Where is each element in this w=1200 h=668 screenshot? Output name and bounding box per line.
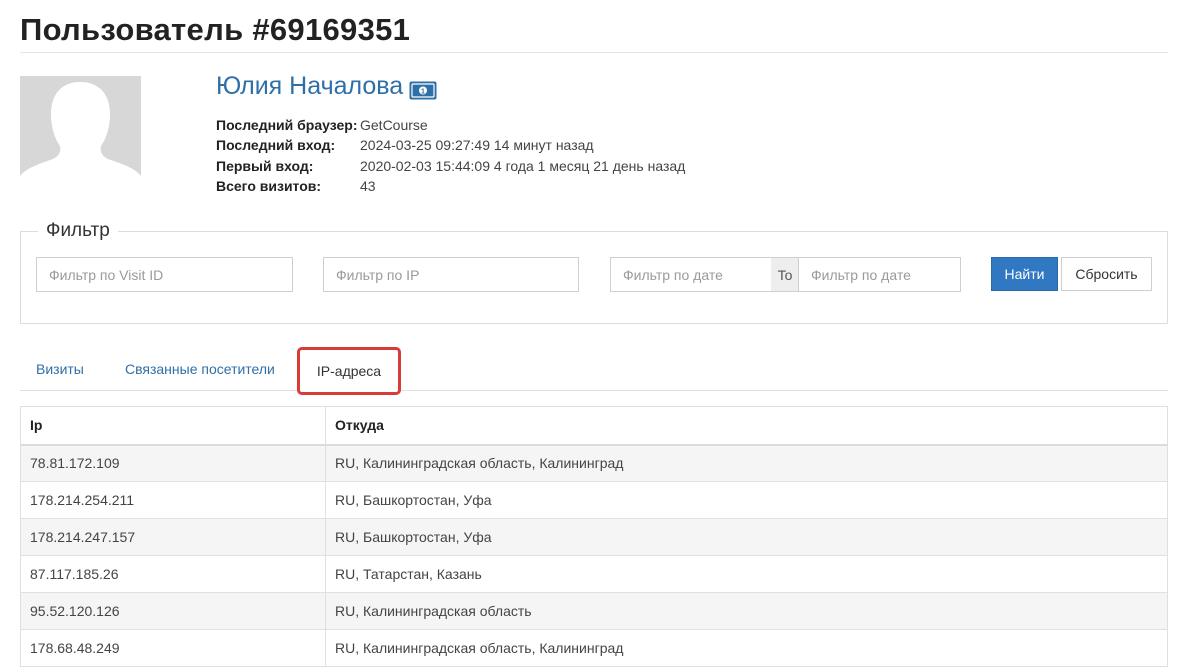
tabs-divider bbox=[20, 390, 1168, 391]
info-row-first-login: Первый вход: 2020-02-03 15:44:09 4 года … bbox=[216, 156, 685, 176]
ip-cell: 78.81.172.109 bbox=[20, 444, 326, 482]
info-row-visits: Всего визитов: 43 bbox=[216, 176, 685, 196]
info-label: Последний вход: bbox=[216, 137, 336, 154]
ip-table: Ip Откуда 78.81.172.109 RU, Калининградс… bbox=[20, 406, 1168, 667]
user-info: Последний браузер: GetCourse Последний в… bbox=[216, 115, 685, 196]
info-label: Всего визитов: bbox=[216, 178, 322, 195]
origin-cell: RU, Калининградская область bbox=[325, 592, 1168, 630]
column-header-ip[interactable]: Ip bbox=[20, 406, 326, 446]
user-name-text[interactable]: Юлия Началова bbox=[216, 72, 403, 101]
table-row: 95.52.120.126 RU, Калининградская област… bbox=[20, 592, 1168, 630]
info-value: GetCourse bbox=[360, 117, 428, 134]
money-icon: 1 bbox=[409, 78, 437, 100]
origin-cell: RU, Калининградская область, Калининград bbox=[325, 444, 1168, 482]
column-header-origin[interactable]: Откуда bbox=[325, 406, 1168, 446]
avatar-silhouette-icon bbox=[20, 76, 141, 194]
info-row-last-login: Последний вход: 2024-03-25 09:27:49 14 м… bbox=[216, 135, 685, 155]
origin-cell: RU, Башкортостан, Уфа bbox=[325, 518, 1168, 556]
tab-ip-addresses[interactable]: IP-адреса bbox=[297, 347, 401, 395]
origin-cell: RU, Башкортостан, Уфа bbox=[325, 481, 1168, 519]
ip-cell: 87.117.185.26 bbox=[20, 555, 326, 593]
table-header-row: Ip Откуда bbox=[20, 406, 1168, 446]
table-row: 78.81.172.109 RU, Калининградская област… bbox=[20, 444, 1168, 482]
info-value: 2024-03-25 09:27:49 14 минут назад bbox=[360, 137, 594, 154]
filter-legend: Фильтр bbox=[38, 220, 118, 242]
ip-filter-input[interactable] bbox=[323, 257, 579, 292]
tab-related-visitors[interactable]: Связанные посетители bbox=[125, 361, 275, 377]
ip-cell: 95.52.120.126 bbox=[20, 592, 326, 630]
user-name[interactable]: Юлия Началова 1 bbox=[216, 72, 437, 101]
table-row: 87.117.185.26 RU, Татарстан, Казань bbox=[20, 555, 1168, 593]
info-value: 2020-02-03 15:44:09 4 года 1 месяц 21 де… bbox=[360, 157, 686, 174]
visit-id-filter-input[interactable] bbox=[36, 257, 293, 292]
svg-text:1: 1 bbox=[421, 88, 425, 95]
table-row: 178.214.254.211 RU, Башкортостан, Уфа bbox=[20, 481, 1168, 519]
info-value: 43 bbox=[360, 178, 376, 195]
find-button[interactable]: Найти bbox=[991, 257, 1058, 291]
table-row: 178.68.48.249 RU, Калининградская област… bbox=[20, 629, 1168, 667]
info-label: Последний браузер: bbox=[216, 117, 358, 134]
page-title: Пользователь #69169351 bbox=[20, 12, 411, 47]
date-to-filter-input[interactable] bbox=[798, 257, 961, 292]
info-label: Первый вход: bbox=[216, 157, 314, 174]
date-range-to-label: To bbox=[771, 257, 799, 292]
ip-cell: 178.214.254.211 bbox=[20, 481, 326, 519]
origin-cell: RU, Татарстан, Казань bbox=[325, 555, 1168, 593]
date-from-filter-input[interactable] bbox=[610, 257, 772, 292]
origin-cell: RU, Калининградская область, Калининград bbox=[325, 629, 1168, 667]
tab-visits[interactable]: Визиты bbox=[36, 361, 84, 377]
info-row-browser: Последний браузер: GetCourse bbox=[216, 115, 685, 135]
title-divider bbox=[20, 52, 1168, 53]
reset-button[interactable]: Сбросить bbox=[1061, 257, 1152, 291]
table-row: 178.214.247.157 RU, Башкортостан, Уфа bbox=[20, 518, 1168, 556]
avatar bbox=[20, 76, 141, 194]
ip-cell: 178.68.48.249 bbox=[20, 629, 326, 667]
ip-cell: 178.214.247.157 bbox=[20, 518, 326, 556]
